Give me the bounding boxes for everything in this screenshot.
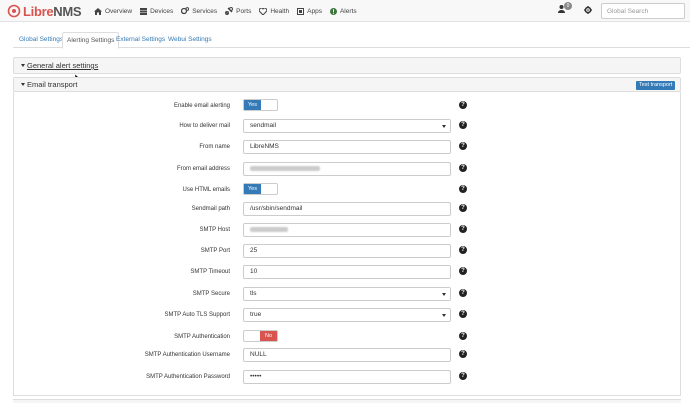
help-icon[interactable]: ?	[459, 289, 467, 297]
redacted-value	[250, 226, 288, 232]
smtp-password-input[interactable]: •••••	[243, 370, 451, 384]
help-icon[interactable]: ?	[459, 164, 467, 172]
help-icon[interactable]: ?	[459, 101, 467, 109]
exclamation-circle-icon	[329, 7, 337, 15]
form-row-smtp-port: SMTP Port 25 ?	[0, 244, 690, 258]
caret-down-icon	[21, 63, 25, 67]
field-label: How to deliver mail	[179, 123, 230, 129]
chevron-down-icon	[442, 293, 446, 296]
email-transport-heading[interactable]: Email transport	[13, 77, 681, 92]
field-label: Sendmail path	[191, 206, 230, 212]
enable-email-toggle[interactable]: Yes	[243, 99, 278, 111]
sendmail-path-input[interactable]: /usr/sbin/sendmail	[243, 202, 451, 216]
help-icon[interactable]: ?	[459, 121, 467, 129]
field-label: SMTP Auto TLS Support	[164, 312, 230, 318]
tab-alerting-settings[interactable]: Alerting Settings	[62, 32, 120, 49]
form-row-smtp-host: SMTP Host ?	[0, 223, 690, 237]
field-label: From name	[199, 144, 230, 150]
help-icon[interactable]: ?	[459, 310, 467, 318]
librenms-logo[interactable]: LibreNMS	[7, 3, 82, 19]
server-icon	[140, 7, 148, 15]
help-icon[interactable]: ?	[459, 372, 467, 380]
field-label: SMTP Port	[200, 248, 230, 254]
field-label: Enable email alerting	[173, 103, 230, 109]
field-label: From email address	[176, 166, 230, 172]
field-label: SMTP Secure	[192, 291, 230, 297]
form-row-smtp-username: SMTP Authentication Username NULL ?	[0, 348, 690, 362]
nav-health[interactable]: Health	[259, 7, 289, 15]
help-icon[interactable]: ?	[459, 142, 467, 150]
smtp-timeout-input[interactable]: 10	[243, 265, 451, 279]
form-row-smtp-timeout: SMTP Timeout 10 ?	[0, 265, 690, 279]
smtp-auto-tls-select[interactable]: true	[243, 308, 451, 322]
form-row-enable-email: Enable email alerting Yes ?	[0, 99, 690, 113]
test-transport-button[interactable]: Test transport	[636, 81, 676, 90]
librenms-logo-icon	[7, 4, 21, 18]
nav-overview[interactable]: Overview	[94, 7, 132, 15]
form-row-smtp-auto-tls: SMTP Auto TLS Support true ?	[0, 308, 690, 322]
help-icon[interactable]: ?	[459, 225, 467, 233]
form-row-from-name: From name LibreNMS ?	[0, 140, 690, 154]
nav-devices[interactable]: Devices	[140, 7, 173, 15]
form-row-delivery-method: How to deliver mail sendmail ?	[0, 119, 690, 133]
chevron-down-icon	[442, 125, 446, 128]
form-row-sendmail-path: Sendmail path /usr/sbin/sendmail ?	[0, 202, 690, 216]
tab-global-settings[interactable]: Global Settings	[15, 32, 67, 48]
form-row-from-email: From email address ?	[0, 162, 690, 176]
main-nav: Overview Devices Services Ports Health A…	[94, 0, 365, 22]
from-name-input[interactable]: LibreNMS	[243, 140, 451, 154]
help-icon[interactable]: ?	[459, 185, 467, 193]
tab-webui-settings[interactable]: Webui Settings	[164, 32, 216, 48]
nav-ports[interactable]: Ports	[225, 7, 251, 15]
link-icon	[225, 7, 234, 15]
nav-apps[interactable]: Apps	[297, 7, 322, 15]
smtp-username-input[interactable]: NULL	[243, 348, 451, 362]
nav-alerts[interactable]: Alerts	[329, 7, 357, 15]
form-row-html-emails: Use HTML emails Yes ?	[0, 183, 690, 197]
tab-external-settings[interactable]: External Settings	[112, 32, 169, 48]
delivery-method-select[interactable]: sendmail	[243, 119, 451, 133]
help-icon[interactable]: ?	[459, 332, 467, 340]
settings-tabs: Global Settings Alerting Settings Extern…	[13, 32, 690, 49]
field-label: SMTP Timeout	[190, 269, 230, 275]
field-label: SMTP Authentication Password	[146, 374, 230, 380]
help-icon[interactable]: ?	[459, 246, 467, 254]
brand-name: LibreNMS	[23, 3, 82, 19]
smtp-auth-toggle[interactable]: No	[243, 330, 278, 342]
help-icon[interactable]: ?	[459, 204, 467, 212]
nav-services[interactable]: Services	[181, 7, 217, 15]
next-panel-edge	[13, 399, 681, 403]
form-row-smtp-auth: SMTP Authentication No ?	[0, 330, 690, 344]
smtp-secure-select[interactable]: tls	[243, 287, 451, 301]
tablet-icon	[297, 7, 305, 15]
top-navbar: LibreNMS Overview Devices Services Ports…	[0, 0, 690, 22]
field-label: SMTP Authentication	[174, 334, 230, 340]
from-email-input[interactable]	[243, 162, 451, 176]
home-icon	[94, 7, 102, 15]
cogs-icon	[181, 7, 190, 15]
field-label: SMTP Authentication Username	[144, 352, 230, 358]
smtp-host-input[interactable]	[243, 223, 451, 237]
notification-badge[interactable]: 0	[564, 2, 572, 10]
gear-icon[interactable]	[584, 6, 592, 14]
form-row-smtp-secure: SMTP Secure tls ?	[0, 287, 690, 301]
field-label: SMTP Host	[199, 227, 230, 233]
chevron-down-icon	[442, 314, 446, 317]
smtp-port-input[interactable]: 25	[243, 244, 451, 258]
caret-down-icon	[21, 82, 25, 86]
heartbeat-icon	[259, 7, 268, 15]
global-search-input[interactable]	[601, 3, 685, 19]
field-label: Use HTML emails	[182, 187, 230, 193]
form-row-smtp-password: SMTP Authentication Password ••••• ?	[0, 370, 690, 384]
help-icon[interactable]: ?	[459, 267, 467, 275]
redacted-value	[250, 165, 320, 171]
html-emails-toggle[interactable]: Yes	[243, 183, 278, 195]
help-icon[interactable]: ?	[459, 350, 467, 358]
general-alert-settings-heading[interactable]: General alert settings	[13, 57, 681, 74]
